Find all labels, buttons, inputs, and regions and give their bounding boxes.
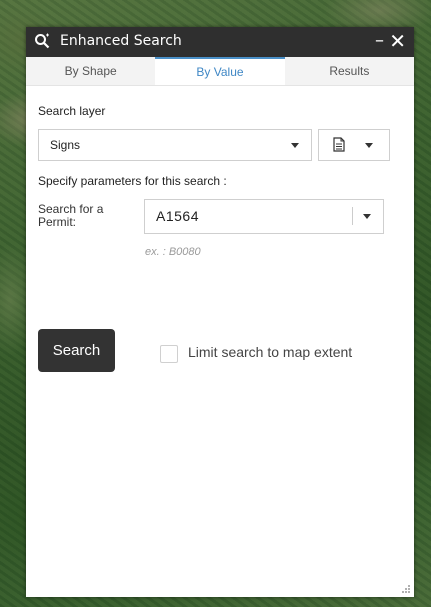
tab-by-value[interactable]: By Value bbox=[155, 57, 285, 85]
permit-field-label: Search for a Permit: bbox=[38, 202, 104, 229]
minimize-button[interactable]: – bbox=[375, 31, 384, 51]
limit-to-extent-checkbox[interactable] bbox=[160, 345, 178, 363]
panel-titlebar[interactable]: Enhanced Search – ✕ bbox=[26, 27, 414, 57]
search-layer-value: Signs bbox=[50, 138, 81, 152]
tab-bar: By Shape By Value Results bbox=[26, 57, 414, 86]
parameters-label: Specify parameters for this search : bbox=[38, 174, 227, 188]
close-button[interactable]: ✕ bbox=[389, 29, 406, 53]
permit-input[interactable]: A1564 bbox=[144, 199, 384, 234]
chevron-down-icon bbox=[365, 143, 373, 148]
panel-title: Enhanced Search bbox=[60, 33, 182, 49]
limit-to-extent-label[interactable]: Limit search to map extent bbox=[188, 344, 352, 360]
search-layer-select[interactable]: Signs bbox=[38, 129, 312, 161]
search-layer-label: Search layer bbox=[38, 104, 106, 118]
tab-results[interactable]: Results bbox=[285, 57, 414, 85]
search-button[interactable]: Search bbox=[38, 329, 115, 372]
permit-value: A1564 bbox=[156, 208, 199, 224]
chevron-down-icon bbox=[291, 143, 299, 148]
search-icon bbox=[35, 33, 50, 49]
enhanced-search-panel: Enhanced Search – ✕ By Shape By Value Re… bbox=[26, 27, 414, 597]
chevron-down-icon[interactable] bbox=[363, 214, 371, 219]
permit-example-hint: ex. : B0080 bbox=[145, 246, 201, 258]
tab-by-shape[interactable]: By Shape bbox=[26, 57, 155, 85]
layer-options-dropdown[interactable] bbox=[318, 129, 390, 161]
divider bbox=[352, 207, 353, 225]
resize-handle-icon[interactable] bbox=[401, 584, 411, 594]
document-icon bbox=[333, 137, 345, 152]
